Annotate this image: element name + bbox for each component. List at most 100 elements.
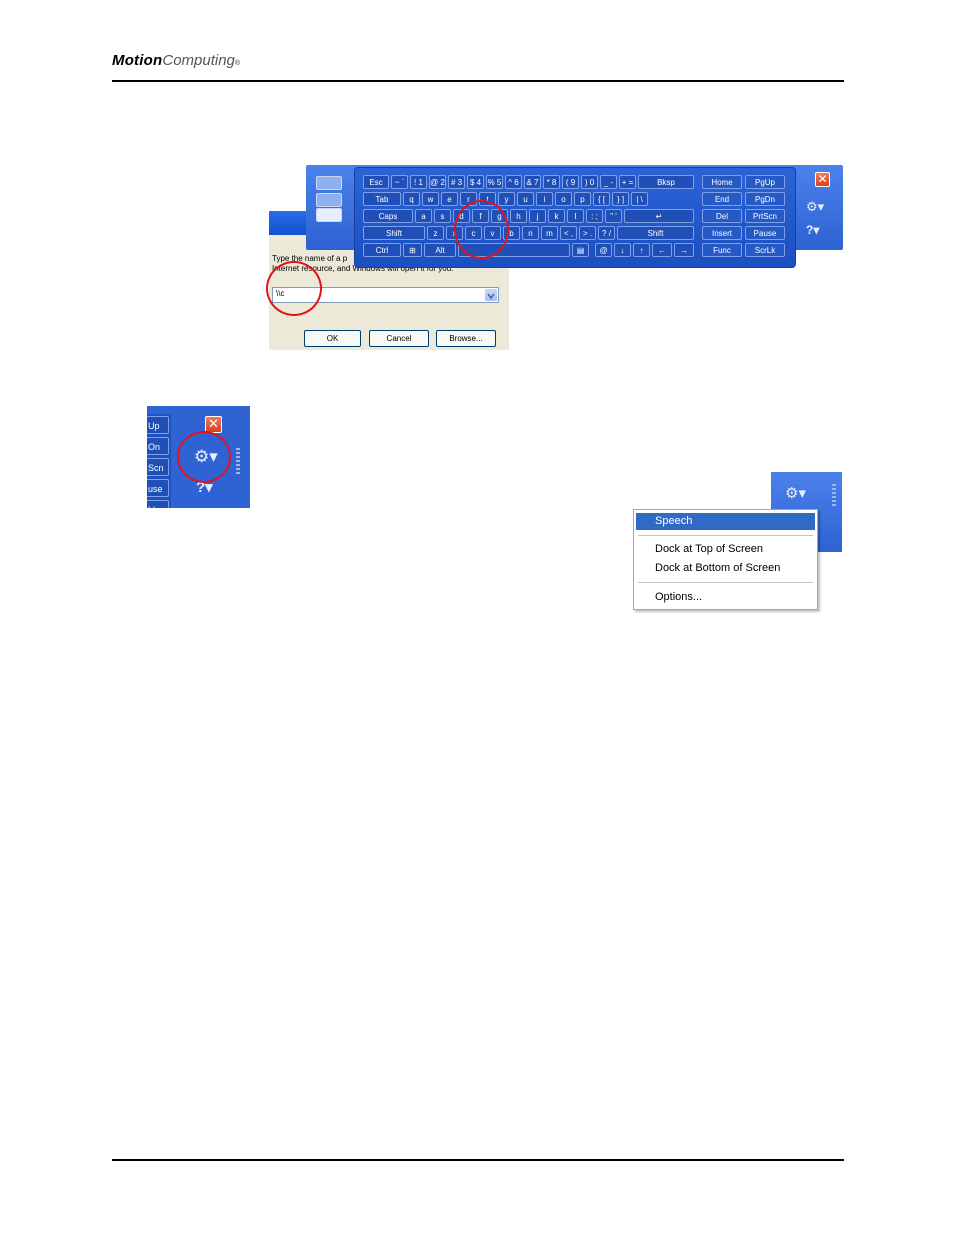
keyboard-key[interactable]: > . <box>579 226 596 240</box>
keyboard-key[interactable]: Tab <box>363 192 401 206</box>
keyboard-key[interactable]: m <box>541 226 558 240</box>
keyboard-key[interactable]: @ 2 <box>429 175 446 189</box>
keyboard-key[interactable]: Bksp <box>638 175 694 189</box>
keyboard-nav-key[interactable]: PrtScn <box>745 209 785 223</box>
crop-key: use <box>147 479 169 497</box>
browse-button[interactable]: Browse... <box>436 330 496 347</box>
annotation-circle-tools <box>177 431 231 483</box>
keyboard-nav-key[interactable]: Func <box>702 243 742 257</box>
header-rule <box>112 80 844 82</box>
menu-item-dock-bottom[interactable]: Dock at Bottom of Screen <box>636 560 815 577</box>
motion-computing-logo: Motion Computing ® <box>112 52 240 74</box>
menu-item-options[interactable]: Options... <box>636 589 815 606</box>
keyboard-key[interactable]: ? / <box>598 226 615 240</box>
annotation-circle-input <box>266 261 322 316</box>
keyboard-key[interactable]: ▤ <box>572 243 589 257</box>
keyboard-key[interactable]: i <box>536 192 553 206</box>
keyboard-key[interactable]: Caps <box>363 209 413 223</box>
menu-separator <box>638 582 813 583</box>
keyboard-key[interactable]: j <box>529 209 546 223</box>
keyboard-key[interactable]: * 8 <box>543 175 560 189</box>
keyboard-key[interactable]: s <box>434 209 451 223</box>
keyboard-key[interactable]: @ <box>595 243 612 257</box>
crop-key: Lk <box>147 500 169 508</box>
keyboard-key[interactable]: % 5 <box>486 175 503 189</box>
keyboard-key[interactable]: ~ ` <box>391 175 408 189</box>
keyboard-key[interactable]: ) 0 <box>581 175 598 189</box>
tools-menu: Speech Dock at Top of Screen Dock at Bot… <box>633 509 818 610</box>
cancel-button[interactable]: Cancel <box>369 330 429 347</box>
keyboard-key[interactable]: p <box>574 192 591 206</box>
keyboard-key[interactable]: n <box>522 226 539 240</box>
logo-computing-text: Computing <box>162 52 235 69</box>
keyboard-key[interactable]: # 3 <box>448 175 465 189</box>
keyboard-key[interactable]: ^ 6 <box>505 175 522 189</box>
keyboard-key[interactable]: y <box>498 192 515 206</box>
crop-key: Up <box>147 416 169 434</box>
logo-motion-text: Motion <box>112 52 163 69</box>
keyboard-key[interactable]: → <box>674 243 694 257</box>
keyboard-key[interactable]: ← <box>652 243 672 257</box>
keyboard-key[interactable]: ! 1 <box>410 175 427 189</box>
keyboard-key[interactable]: { [ <box>593 192 610 206</box>
logo-registered-mark: ® <box>234 60 241 67</box>
keyboard-key[interactable]: q <box>403 192 420 206</box>
drag-grip[interactable] <box>236 448 240 474</box>
keyboard-key[interactable]: Alt <box>424 243 456 257</box>
character-pad-mode-button[interactable] <box>316 193 342 207</box>
keyboard-key[interactable]: ↵ <box>624 209 694 223</box>
keyboard-key[interactable]: l <box>567 209 584 223</box>
keyboard-nav-key[interactable]: Pause <box>745 226 785 240</box>
keyboard-key[interactable]: ↓ <box>614 243 631 257</box>
keyboard-nav-key[interactable]: Home <box>702 175 742 189</box>
keyboard-nav-key[interactable]: End <box>702 192 742 206</box>
help-icon[interactable]: ?▾ <box>806 223 819 237</box>
keyboard-key[interactable]: w <box>422 192 439 206</box>
keyboard-key[interactable]: Ctrl <box>363 243 401 257</box>
keyboard-key[interactable]: | \ <box>631 192 648 206</box>
crop-key: On <box>147 437 169 455</box>
keyboard-key[interactable]: a <box>415 209 432 223</box>
keyboard-key[interactable]: ( 9 <box>562 175 579 189</box>
drag-grip[interactable] <box>832 484 836 506</box>
keyboard-nav-key[interactable]: PgUp <box>745 175 785 189</box>
keyboard-nav-key[interactable]: Insert <box>702 226 742 240</box>
keyboard-key[interactable]: $ 4 <box>467 175 484 189</box>
ok-button[interactable]: OK <box>304 330 361 347</box>
keyboard-key[interactable]: o <box>555 192 572 206</box>
close-icon[interactable]: ✕ <box>815 172 830 187</box>
keyboard-key[interactable]: _ - <box>600 175 617 189</box>
combo-dropdown-button[interactable] <box>485 289 497 301</box>
keyboard-key[interactable]: h <box>510 209 527 223</box>
keyboard-key[interactable]: k <box>548 209 565 223</box>
keyboard-key[interactable]: + = <box>619 175 636 189</box>
crop-nav-keys: Up On Scn use Lk <box>147 414 171 508</box>
keyboard-key[interactable]: ↑ <box>633 243 650 257</box>
keyboard-key[interactable]: < , <box>560 226 577 240</box>
keyboard-mode-button[interactable] <box>316 208 342 222</box>
keyboard-key[interactable]: " ' <box>605 209 622 223</box>
keyboard-nav-key[interactable]: ScrLk <box>745 243 785 257</box>
menu-separator <box>638 535 813 536</box>
crop-key: Scn <box>147 458 169 476</box>
keyboard-key[interactable]: } ] <box>612 192 629 206</box>
chevron-down-icon <box>487 293 495 300</box>
keyboard-key[interactable]: Shift <box>617 226 694 240</box>
keyboard-key[interactable]: : ; <box>586 209 603 223</box>
menu-item-speech[interactable]: Speech <box>636 513 815 530</box>
keyboard-nav-key[interactable]: PgDn <box>745 192 785 206</box>
tools-gear-icon[interactable]: ⚙▾ <box>806 199 824 215</box>
tools-gear-icon[interactable]: ⚙▾ <box>785 484 806 502</box>
keyboard-key[interactable]: ⊞ <box>403 243 422 257</box>
keyboard-key[interactable]: Shift <box>363 226 425 240</box>
annotation-circle-keys <box>454 200 509 259</box>
keyboard-key[interactable]: Esc <box>363 175 389 189</box>
keyboard-key[interactable]: z <box>427 226 444 240</box>
keyboard-key[interactable]: e <box>441 192 458 206</box>
menu-item-dock-top[interactable]: Dock at Top of Screen <box>636 541 815 558</box>
footer-rule <box>112 1159 844 1161</box>
keyboard-nav-key[interactable]: Del <box>702 209 742 223</box>
keyboard-key[interactable]: u <box>517 192 534 206</box>
writing-pad-mode-button[interactable] <box>316 176 342 190</box>
keyboard-key[interactable]: & 7 <box>524 175 541 189</box>
